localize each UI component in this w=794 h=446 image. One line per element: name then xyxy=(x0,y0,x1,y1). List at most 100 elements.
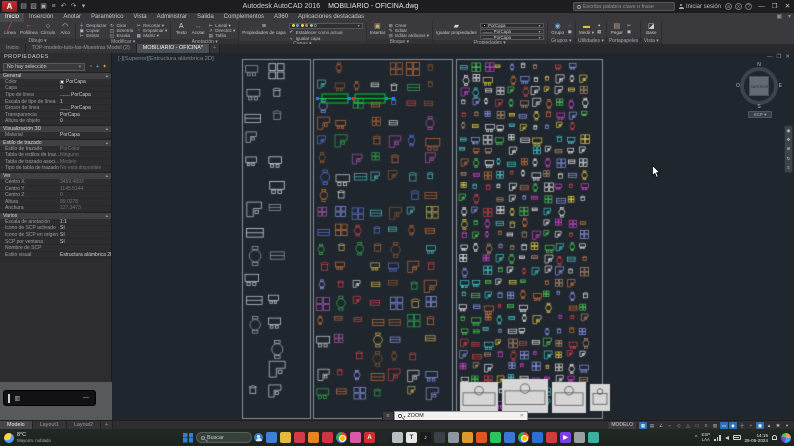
photos-icon[interactable] xyxy=(462,432,473,443)
exchange-apps-icon[interactable]: x xyxy=(735,3,742,10)
save-icon[interactable]: ▣ xyxy=(39,1,48,12)
ribbon-tab-a360[interactable]: A360 xyxy=(269,13,293,22)
layout-tab-layout2[interactable]: Layout2 xyxy=(67,421,101,429)
select-objects-icon[interactable]: + xyxy=(94,63,101,71)
ribbon-display-toggle-icon[interactable]: ▣ xyxy=(773,13,785,22)
isolate-objects-icon[interactable]: ▾ xyxy=(783,422,791,429)
layout-tab-modelo[interactable]: Modelo xyxy=(0,421,33,429)
music-icon[interactable]: ♪ xyxy=(420,432,431,443)
line-button[interactable]: ╱Línea xyxy=(3,23,17,36)
camera-icon[interactable] xyxy=(392,432,403,443)
help-icon[interactable]: ? xyxy=(745,3,752,10)
chrome-icon[interactable] xyxy=(336,432,347,443)
quick-select-icon[interactable]: ✦ xyxy=(597,23,601,28)
base-button[interactable]: ◪Base xyxy=(644,23,658,36)
app-icon[interactable] xyxy=(476,432,487,443)
command-input-value[interactable]: ZOOM xyxy=(408,413,518,419)
drawing-restore-icon[interactable]: ❐ xyxy=(776,54,781,60)
compass-east-label[interactable]: E xyxy=(779,83,782,89)
arc-button[interactable]: ◠Arco xyxy=(58,23,72,36)
snap-icon[interactable]: ▤ xyxy=(648,422,656,429)
viewcube[interactable]: SUPERIOR N S O E xyxy=(737,64,781,108)
ribbon-tab-vista[interactable]: Vista xyxy=(128,13,151,22)
copy-clip-icon[interactable]: ▣ xyxy=(627,29,631,34)
full-navigation-wheel-icon[interactable]: ◉ xyxy=(786,128,790,133)
dynamic-input-icon[interactable]: + xyxy=(747,422,755,429)
media-icon[interactable]: ▶ xyxy=(560,432,571,443)
property-value[interactable]: 1 xyxy=(60,99,111,105)
dynamic-ucs-icon[interactable]: ┼ xyxy=(738,422,746,429)
minimize-button[interactable]: — xyxy=(755,0,768,13)
folder-icon[interactable] xyxy=(280,432,291,443)
osnap-icon[interactable]: □ xyxy=(693,422,701,429)
app-icon[interactable] xyxy=(308,432,319,443)
ribbon-tab-administrar[interactable]: Administrar xyxy=(152,13,192,22)
property-value[interactable]: Sí xyxy=(60,232,111,238)
autocad-logo[interactable]: A xyxy=(2,1,17,12)
close-button[interactable]: ✕ xyxy=(781,0,794,13)
ribbon-tab-salida[interactable]: Salida xyxy=(192,13,219,22)
command-window-dock[interactable]: ▥ — xyxy=(3,390,96,406)
paste-button[interactable]: ▤Pegar xyxy=(610,23,624,36)
group-button[interactable]: ◉Grupo xyxy=(551,23,565,36)
ribbon-tab-anotar[interactable]: Anotar xyxy=(58,13,86,22)
clock[interactable]: 14:15 25-05-2024 xyxy=(745,433,769,443)
layer-properties-button[interactable]: ≡Propiedades de capa xyxy=(242,23,285,36)
selection-cycling-icon[interactable]: ▭ xyxy=(720,422,728,429)
volume-icon[interactable] xyxy=(725,436,729,440)
signin-button[interactable]: Iniciar sesión xyxy=(679,4,721,10)
showmotion-icon[interactable]: ≡ xyxy=(787,165,790,170)
transparency-icon[interactable]: ▨ xyxy=(711,422,719,429)
infer-constraints-icon[interactable]: ∠ xyxy=(657,422,665,429)
drawing-area[interactable]: [-][Superior][Estructura alámbrica 2D] —… xyxy=(112,53,794,420)
compass-west-label[interactable]: O xyxy=(736,83,740,89)
acrobat-icon[interactable]: A xyxy=(364,432,375,443)
folder-icon[interactable] xyxy=(504,432,515,443)
property-value[interactable]: Sí xyxy=(60,239,111,245)
scp-button[interactable]: SCP ▾ xyxy=(748,111,772,118)
selection-dropdown[interactable]: No hay selección ▾ xyxy=(3,63,85,71)
compass-north-label[interactable]: N xyxy=(757,62,761,68)
ribbon-tab-inicio[interactable]: Inicio xyxy=(0,13,24,22)
cut-icon[interactable]: ✂ xyxy=(627,23,631,28)
start-button[interactable] xyxy=(183,433,193,443)
property-value[interactable]: PorCapa xyxy=(60,132,111,138)
notifications-icon[interactable] xyxy=(772,435,777,440)
dimension-button[interactable]: ↔Acotar xyxy=(191,23,205,36)
group-edit-icon[interactable]: ▣ xyxy=(568,29,572,34)
object-properties-dropdown[interactable]: PorCapa▾ xyxy=(480,23,544,28)
annotation-scale-icon[interactable]: ▲ xyxy=(765,422,773,429)
search-avatar[interactable] xyxy=(254,433,263,442)
insert-block-button[interactable]: ▣Insertar xyxy=(370,23,386,36)
osnap-3d-icon[interactable]: ◆ xyxy=(729,422,737,429)
app-icon[interactable]: T xyxy=(406,432,417,443)
match-properties-button[interactable]: ▰Igualar propiedades xyxy=(436,23,477,36)
restore-button[interactable]: ❒ xyxy=(768,0,781,13)
measure-button[interactable]: ▬Medir ▾ xyxy=(579,23,594,36)
model-space-label[interactable]: MODELO xyxy=(608,422,636,429)
redo-icon[interactable]: ↷ xyxy=(69,1,78,12)
chevron-down-icon[interactable]: ▾ xyxy=(785,13,794,22)
property-value[interactable]: Modelo xyxy=(60,159,111,165)
circle-button[interactable]: ○Círculo xyxy=(41,23,56,36)
new-file-icon[interactable]: ▤ xyxy=(19,1,28,12)
lineweight-icon[interactable]: ≡ xyxy=(702,422,710,429)
new-layout-button[interactable]: + xyxy=(101,421,113,429)
property-value[interactable]: Ninguno xyxy=(60,152,111,158)
close-icon[interactable]: ✕ xyxy=(520,413,524,419)
command-window-grip[interactable] xyxy=(8,394,10,403)
ribbon-tab-aplicaciones-destacadas[interactable]: Aplicaciones destacadas xyxy=(293,13,369,22)
command-line-bar[interactable]: ≡ ▾ ZOOM ✕ xyxy=(382,411,528,420)
taskbar-search[interactable]: Buscar xyxy=(196,432,252,443)
isodraft-icon[interactable]: △ xyxy=(684,422,692,429)
property-value[interactable]: PorCapa xyxy=(60,112,111,118)
undo-icon[interactable]: ↶ xyxy=(59,1,68,12)
ortho-icon[interactable]: ⌐ xyxy=(666,422,674,429)
chrome-icon[interactable] xyxy=(518,432,529,443)
language-indicator[interactable]: ESP LAA xyxy=(702,433,711,442)
app-icon[interactable] xyxy=(532,432,543,443)
property-value[interactable]: PorColor xyxy=(60,146,111,152)
settings-icon[interactable] xyxy=(448,432,459,443)
print-icon[interactable]: ≡ xyxy=(49,1,58,12)
layout-tab-layout1[interactable]: Layout1 xyxy=(33,421,67,429)
